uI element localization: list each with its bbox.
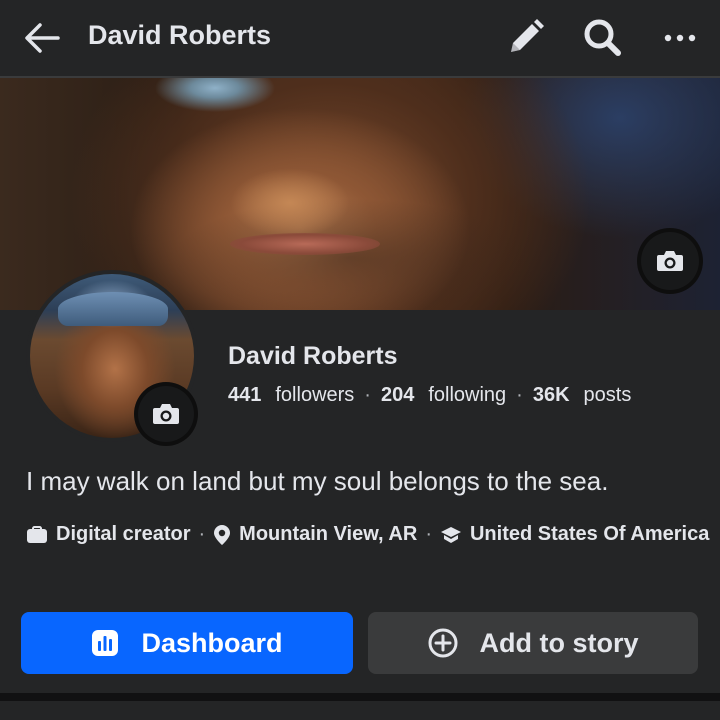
detail-category-text: Digital creator: [56, 523, 191, 545]
location-pin-icon: [214, 524, 231, 545]
avatar-camera-button[interactable]: [134, 382, 198, 446]
next-section: [0, 701, 720, 720]
more-horizontal-icon: [664, 34, 696, 42]
detail-location[interactable]: Mountain View, AR: [213, 523, 417, 546]
section-divider: [0, 693, 720, 701]
cover-mouth: [230, 233, 380, 255]
following-label: following: [428, 384, 507, 406]
detail-education-text: United States Of America: [469, 523, 710, 545]
top-bar: David Roberts: [0, 0, 720, 78]
following-link[interactable]: 204 following: [381, 384, 506, 406]
avatar-camera-inner: [138, 386, 194, 442]
followers-count: 441: [228, 384, 262, 406]
search-button[interactable]: [580, 16, 624, 60]
graduation-cap-icon: [440, 526, 461, 543]
profile-details: Digital creator · Mountain View, AR · Un…: [26, 523, 709, 546]
detail-education[interactable]: United States Of America: [440, 523, 709, 546]
cover-camera-button[interactable]: [637, 228, 703, 294]
more-options-button[interactable]: [658, 16, 702, 60]
profile-name: David Roberts: [228, 342, 398, 370]
posts-label: posts: [583, 384, 632, 406]
add-to-story-button[interactable]: Add to story: [368, 612, 698, 674]
back-button[interactable]: [22, 18, 62, 58]
following-count: 204: [380, 384, 415, 406]
detail-category[interactable]: Digital creator: [26, 523, 190, 546]
profile-stats: 441 followers · 204 following · 36K posts: [228, 384, 631, 407]
details-separator: ·: [425, 523, 432, 545]
details-separator: ·: [198, 523, 206, 545]
cover-camera-inner: [641, 232, 699, 290]
edit-button[interactable]: [503, 16, 547, 60]
add-to-story-label: Add to story: [479, 627, 639, 658]
cover-nose-highlight: [230, 168, 350, 238]
detail-location-text: Mountain View, AR: [239, 523, 418, 545]
avatar-hat: [58, 292, 168, 326]
cover-beard-shade: [170, 198, 530, 310]
followers-label: followers: [275, 384, 355, 406]
posts-link[interactable]: 36K posts: [533, 384, 632, 406]
arrow-left-icon: [25, 23, 60, 53]
dashboard-label: Dashboard: [141, 627, 283, 658]
profile-bio: I may walk on land but my soul belongs t…: [26, 466, 609, 496]
dashboard-button[interactable]: Dashboard: [21, 612, 353, 674]
stats-separator: ·: [364, 384, 371, 406]
pencil-icon: [511, 19, 544, 52]
camera-icon: [153, 404, 179, 424]
followers-link[interactable]: 441 followers: [228, 384, 354, 406]
posts-count: 36K: [532, 384, 570, 406]
bar-chart-icon: [92, 630, 119, 656]
stats-separator: ·: [516, 384, 523, 406]
search-icon: [584, 19, 621, 56]
page-title: David Roberts: [88, 20, 272, 50]
plus-circle-icon: [428, 628, 457, 658]
camera-icon: [657, 251, 683, 271]
briefcase-icon: [27, 525, 47, 543]
